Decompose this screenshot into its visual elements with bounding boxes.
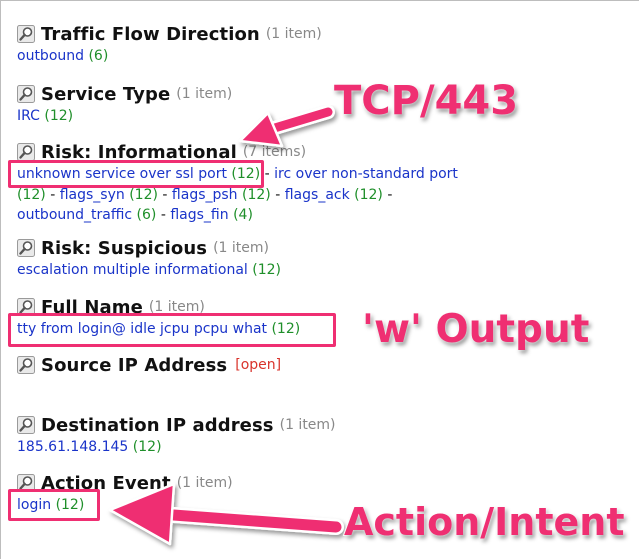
annotation-arrows (108, 105, 344, 546)
arrow-to-ssl (238, 105, 335, 148)
annotation-action-intent: Action/Intent (343, 499, 626, 545)
arrow-to-login (108, 482, 344, 546)
annotation-tcp: TCP/443 (333, 77, 519, 125)
annotation-w-output: 'w' Output (361, 306, 590, 353)
